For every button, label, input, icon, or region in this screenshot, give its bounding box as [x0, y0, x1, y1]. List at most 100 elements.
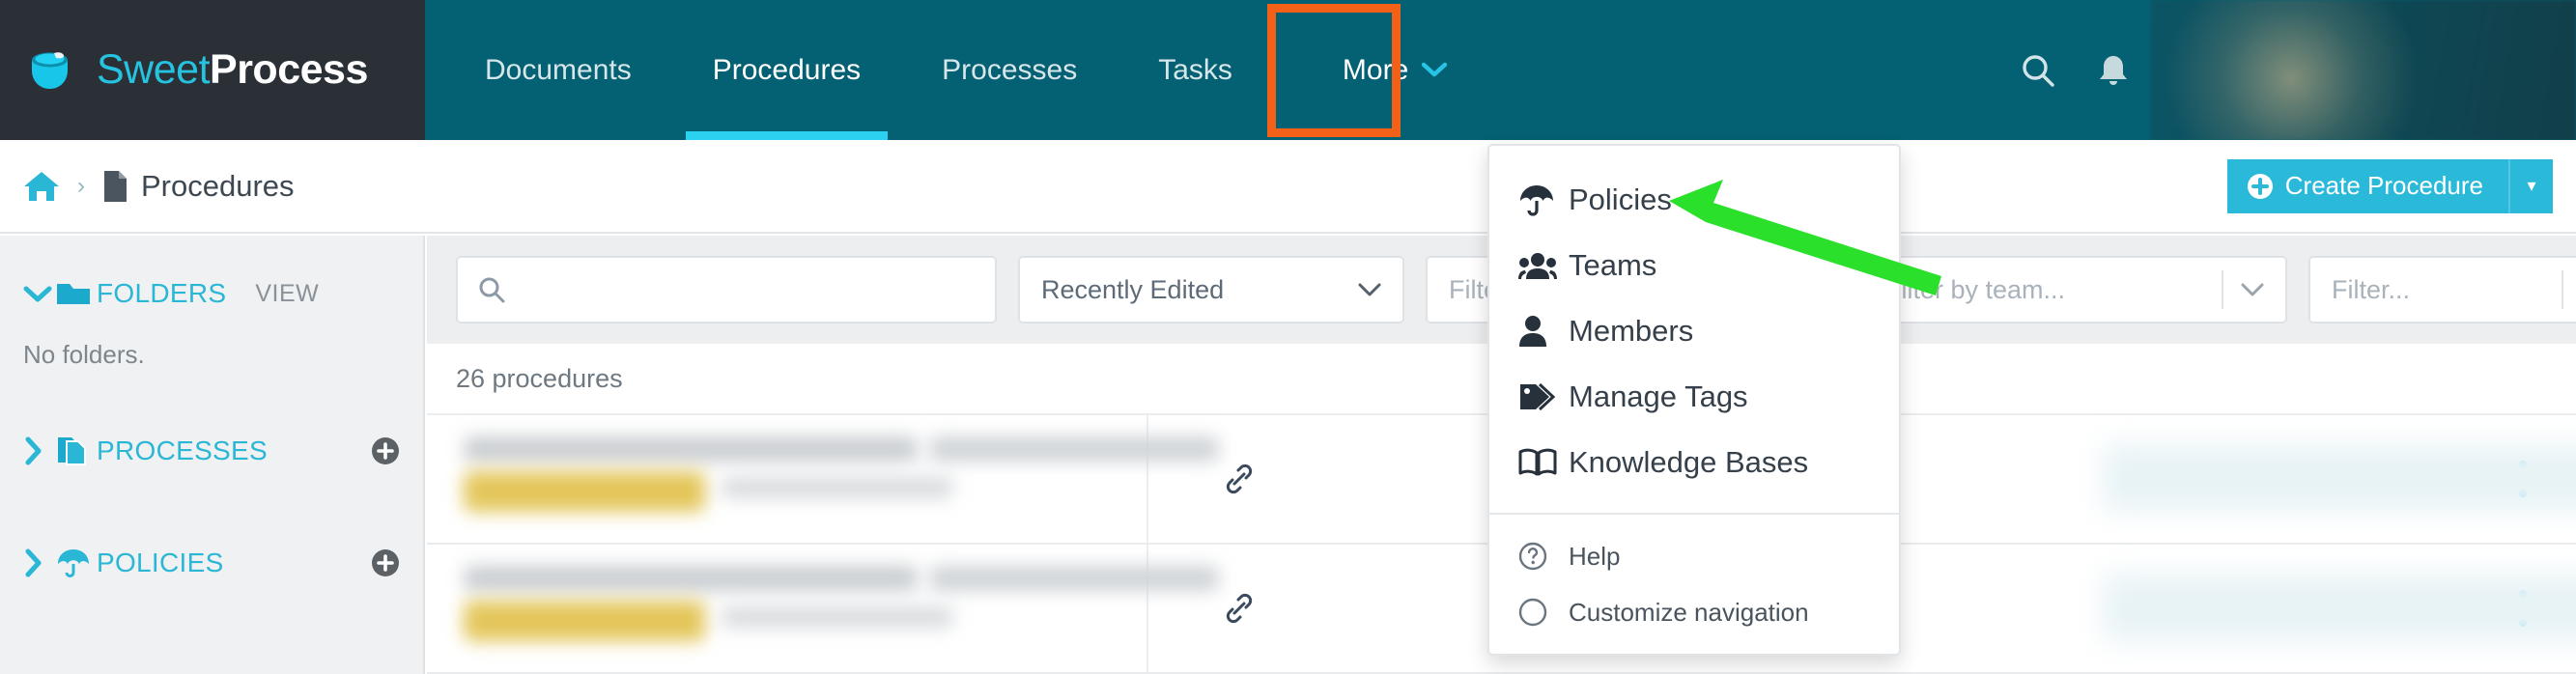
umbrella-icon	[56, 548, 91, 578]
sidebar-section-processes[interactable]: PROCESSES	[0, 420, 423, 482]
nav-item-processes[interactable]: Processes	[901, 0, 1118, 140]
menu-item-policies[interactable]: Policies	[1489, 167, 1899, 233]
nav-label-documents: Documents	[485, 53, 632, 86]
redacted-text	[2103, 574, 2576, 641]
link-icon[interactable]	[1146, 415, 1330, 543]
nav-item-tasks[interactable]: Tasks	[1118, 0, 1273, 140]
breadcrumb-separator: ›	[77, 172, 85, 199]
menu-item-manage-tags[interactable]: Manage Tags	[1489, 364, 1899, 430]
redacted-text	[2103, 444, 2576, 512]
sidebar-add-process-icon[interactable]	[371, 436, 400, 465]
chevron-down-icon	[2562, 270, 2576, 309]
menu-label-customize-navigation: Customize navigation	[1569, 597, 1809, 627]
home-icon[interactable]	[23, 170, 60, 203]
sidebar-label-processes: PROCESSES	[97, 435, 268, 465]
menu-item-knowledge-bases[interactable]: Knowledge Bases	[1489, 430, 1899, 495]
create-procedure-label: Create Procedure	[2284, 171, 2483, 200]
breadcrumb-bar: › Procedures Create Procedure ▾	[0, 140, 2576, 234]
more-dropdown-menu: Policies Teams Members Manage Tags Knowl…	[1487, 144, 1901, 656]
menu-label-knowledge-bases: Knowledge Bases	[1569, 445, 1809, 479]
chevron-right-icon	[23, 436, 56, 465]
chevron-down-icon	[2222, 270, 2264, 309]
create-procedure-dropdown-toggle[interactable]: ▾	[2508, 158, 2553, 213]
folder-icon	[56, 280, 91, 307]
menu-label-manage-tags: Manage Tags	[1569, 379, 1748, 413]
nav-item-documents[interactable]: Documents	[425, 0, 672, 140]
more-menu-wrapper: More	[1266, 0, 1491, 140]
menu-divider	[1489, 513, 1899, 515]
chevron-down-icon	[1422, 59, 1448, 82]
coffee-cup-icon	[29, 47, 85, 94]
nav-label-more: More	[1342, 53, 1409, 86]
nav-label-processes: Processes	[942, 53, 1078, 86]
chevron-down-icon	[23, 284, 56, 303]
redacted-highlight	[464, 471, 705, 512]
document-icon	[102, 170, 127, 203]
sort-select[interactable]: Recently Edited	[1018, 256, 1404, 323]
menu-item-help[interactable]: Help	[1489, 528, 1899, 584]
procedure-count-label: 26 procedures	[456, 363, 623, 393]
compass-icon	[1518, 598, 1569, 627]
users-icon	[1518, 250, 1569, 281]
redacted-text	[722, 477, 953, 498]
chevron-right-icon	[23, 548, 56, 577]
brand-name-part2: Process	[210, 46, 368, 93]
redacted-text	[464, 436, 918, 462]
redacted-text	[929, 436, 1219, 462]
global-search-icon[interactable]	[2000, 0, 2076, 140]
menu-label-teams: Teams	[1569, 248, 1657, 282]
nav-label-tasks: Tasks	[1158, 53, 1232, 86]
filter-select-2[interactable]: Filter...	[2308, 256, 2576, 323]
sidebar-section-policies[interactable]: POLICIES	[0, 532, 423, 594]
nav-item-procedures[interactable]: Procedures	[672, 0, 901, 140]
filter-select-2-value: Filter...	[2332, 274, 2411, 304]
question-circle-icon	[1518, 542, 1569, 571]
menu-label-policies: Policies	[1569, 183, 1672, 216]
menu-item-members[interactable]: Members	[1489, 298, 1899, 364]
team-filter-select[interactable]: Filter by team...	[1862, 256, 2287, 323]
notifications-bell-icon[interactable]	[2076, 0, 2151, 140]
primary-nav-links: Documents Procedures Processes Tasks Mor…	[425, 0, 2576, 140]
sidebar-label-folders: FOLDERS	[97, 278, 227, 308]
procedure-title-cell	[456, 415, 1219, 543]
menu-label-manage-members: Members	[1569, 314, 1694, 348]
create-procedure-button[interactable]: Create Procedure	[2226, 158, 2508, 213]
redacted-text	[929, 566, 1219, 591]
copy-documents-icon	[56, 435, 91, 466]
chevron-down-icon	[1358, 277, 1381, 302]
page-title: Procedures	[141, 168, 295, 203]
brand-name-part1: Sweet	[97, 46, 211, 93]
top-navigation-bar: SweetProcess Documents Procedures Proces…	[0, 0, 2576, 140]
nav-right-actions	[2000, 0, 2576, 140]
redacted-highlight	[464, 601, 705, 641]
menu-item-teams[interactable]: Teams	[1489, 233, 1899, 298]
sort-select-value: Recently Edited	[1041, 274, 1225, 304]
redacted-text	[722, 606, 953, 628]
sidebar-folders-view-link[interactable]: VIEW	[255, 280, 319, 308]
menu-item-customize-navigation[interactable]: Customize navigation	[1489, 584, 1899, 640]
sidebar: FOLDERS VIEW No folders. PROCESSES POLIC…	[0, 236, 425, 674]
caret-down-icon: ▾	[2527, 176, 2536, 195]
sidebar-section-folders[interactable]: FOLDERS VIEW	[0, 263, 423, 324]
search-input[interactable]	[520, 274, 976, 305]
tag-icon	[1518, 380, 1569, 413]
nav-label-procedures: Procedures	[712, 53, 862, 86]
search-box[interactable]	[456, 256, 997, 323]
team-filter-value: Filter by team...	[1885, 274, 2066, 304]
book-open-icon	[1518, 447, 1569, 478]
menu-label-help: Help	[1569, 541, 1621, 571]
sidebar-label-policies: POLICIES	[97, 548, 224, 577]
link-icon[interactable]	[1146, 545, 1330, 672]
redacted-text	[464, 566, 918, 591]
brand-logo[interactable]: SweetProcess	[0, 0, 425, 140]
nav-item-more[interactable]: More	[1298, 0, 1491, 140]
sidebar-add-policy-icon[interactable]	[371, 548, 400, 577]
search-icon	[477, 275, 506, 304]
user-icon	[1518, 315, 1569, 348]
user-avatar-area[interactable]	[2151, 0, 2576, 140]
sidebar-folders-empty-text: No folders.	[23, 340, 145, 369]
umbrella-icon	[1518, 183, 1569, 216]
procedure-title-cell	[456, 545, 1219, 672]
